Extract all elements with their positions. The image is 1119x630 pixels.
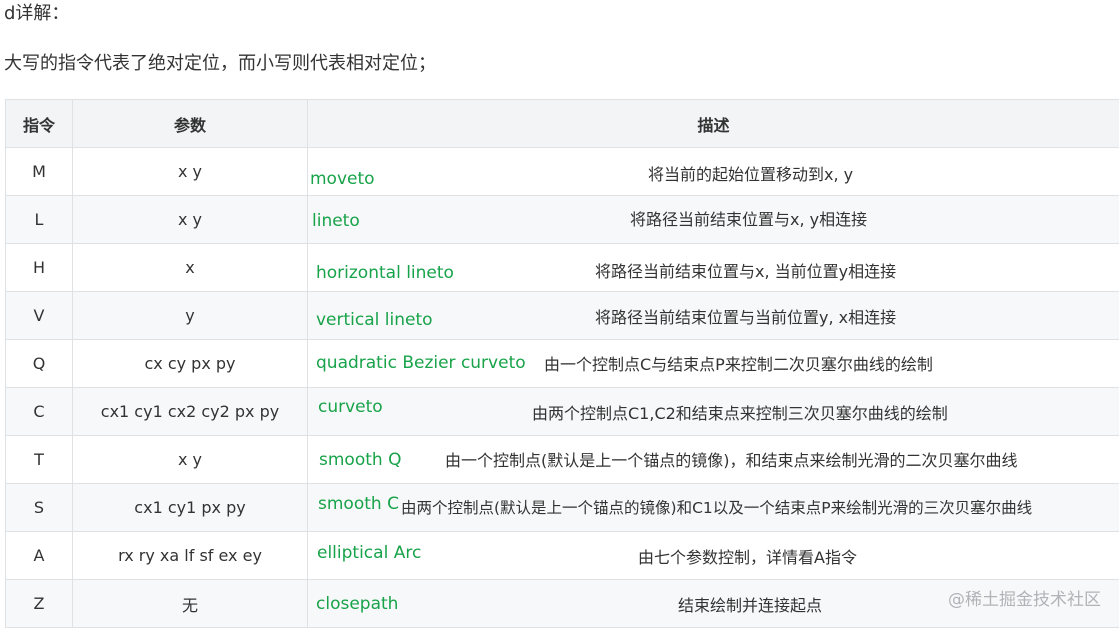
command-description: 由一个控制点(默认是上一个锚点的镜像)，和结束点来绘制光滑的二次贝塞尔曲线 <box>445 451 1018 470</box>
command-name: elliptical Arc <box>317 543 422 563</box>
param-cell: x <box>72 243 308 292</box>
desc-cell: smooth Q 由一个控制点(默认是上一个锚点的镜像)，和结束点来绘制光滑的二… <box>307 435 1119 484</box>
command-description: 由一个控制点C与结束点P来控制二次贝塞尔曲线的绘制 <box>544 355 933 374</box>
cmd-cell: H <box>5 243 73 292</box>
table-row: A rx ry xa lf sf ex ey elliptical Arc 由七… <box>5 531 1119 580</box>
cmd-cell: Z <box>5 579 73 628</box>
command-table: 指令 参数 描述 M x y moveto 将当前的起始位置移动到x, y L … <box>5 99 1119 628</box>
section-heading: d详解： <box>4 3 70 24</box>
header-cmd: 指令 <box>5 99 73 148</box>
command-description: 将路径当前结束位置与当前位置y, x相连接 <box>595 308 897 327</box>
table-row: C cx1 cy1 cx2 cy2 px py curveto 由两个控制点C1… <box>5 387 1119 436</box>
cmd-cell: A <box>5 531 73 580</box>
param-cell: cx cy px py <box>72 339 308 388</box>
cmd-cell: M <box>5 147 73 196</box>
intro-text: 大写的指令代表了绝对定位，而小写则代表相对定位； <box>4 53 436 74</box>
command-name: smooth C <box>318 494 399 514</box>
desc-cell: curveto 由两个控制点C1,C2和结束点来控制三次贝塞尔曲线的绘制 <box>307 387 1119 436</box>
desc-cell: smooth C 由两个控制点(默认是上一个锚点的镜像)和C1以及一个结束点P来… <box>307 483 1119 532</box>
table-row: Q cx cy px py quadratic Bezier curveto 由… <box>5 339 1119 388</box>
command-name: horizontal lineto <box>316 263 454 283</box>
command-description: 由两个控制点(默认是上一个锚点的镜像)和C1以及一个结束点P来绘制光滑的三次贝塞… <box>401 499 1033 517</box>
command-name: moveto <box>310 169 375 189</box>
table-row: S cx1 cy1 px py smooth C 由两个控制点(默认是上一个锚点… <box>5 483 1119 532</box>
table-row: L x y lineto 将路径当前结束位置与x, y相连接 <box>5 195 1119 244</box>
desc-cell: horizontal lineto 将路径当前结束位置与x, 当前位置y相连接 <box>307 243 1119 292</box>
desc-cell: quadratic Bezier curveto 由一个控制点C与结束点P来控制… <box>307 339 1119 388</box>
command-name: smooth Q <box>319 450 402 470</box>
param-cell: 无 <box>72 579 308 628</box>
param-cell: y <box>72 291 308 340</box>
header-param: 参数 <box>72 99 308 148</box>
param-cell: x y <box>72 195 308 244</box>
header-row: 指令 参数 描述 <box>5 99 1119 148</box>
command-description: 将路径当前结束位置与x, 当前位置y相连接 <box>595 262 897 281</box>
command-name: closepath <box>316 594 399 614</box>
desc-cell: elliptical Arc 由七个参数控制，详情看A指令 <box>307 531 1119 580</box>
cmd-cell: L <box>5 195 73 244</box>
command-description: 将当前的起始位置移动到x, y <box>648 165 854 184</box>
cmd-cell: C <box>5 387 73 436</box>
param-cell: x y <box>72 147 308 196</box>
command-name: quadratic Bezier curveto <box>316 353 526 373</box>
command-description: 由两个控制点C1,C2和结束点来控制三次贝塞尔曲线的绘制 <box>532 404 948 423</box>
table-row: H x horizontal lineto 将路径当前结束位置与x, 当前位置y… <box>5 243 1119 292</box>
watermark: @稀土掘金技术社区 <box>948 590 1101 610</box>
command-description: 结束绘制并连接起点 <box>678 596 823 615</box>
command-description: 将路径当前结束位置与x, y相连接 <box>630 210 868 229</box>
table-row: T x y smooth Q 由一个控制点(默认是上一个锚点的镜像)，和结束点来… <box>5 435 1119 484</box>
cmd-cell: T <box>5 435 73 484</box>
param-cell: x y <box>72 435 308 484</box>
desc-cell: vertical lineto 将路径当前结束位置与当前位置y, x相连接 <box>307 291 1119 340</box>
cmd-cell: Q <box>5 339 73 388</box>
command-name: lineto <box>312 211 360 231</box>
table-row: M x y moveto 将当前的起始位置移动到x, y <box>5 147 1119 196</box>
header-desc: 描述 <box>307 99 1119 148</box>
desc-cell: moveto 将当前的起始位置移动到x, y <box>307 147 1119 196</box>
command-description: 由七个参数控制，详情看A指令 <box>638 548 857 567</box>
command-name: vertical lineto <box>316 310 433 330</box>
cmd-cell: S <box>5 483 73 532</box>
param-cell: cx1 cy1 cx2 cy2 px py <box>72 387 308 436</box>
cmd-cell: V <box>5 291 73 340</box>
param-cell: rx ry xa lf sf ex ey <box>72 531 308 580</box>
desc-cell: lineto 将路径当前结束位置与x, y相连接 <box>307 195 1119 244</box>
param-cell: cx1 cy1 px py <box>72 483 308 532</box>
table-row: V y vertical lineto 将路径当前结束位置与当前位置y, x相连… <box>5 291 1119 340</box>
command-name: curveto <box>318 397 383 417</box>
